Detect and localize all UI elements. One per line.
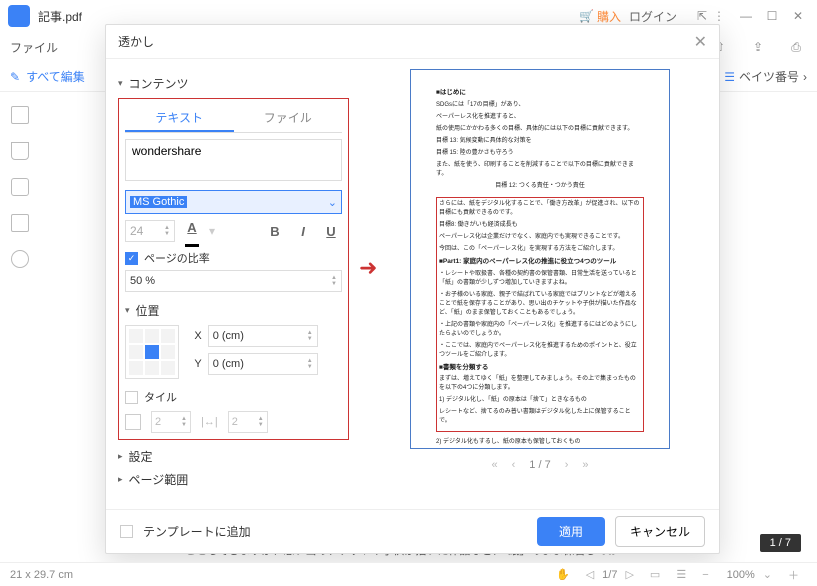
print-icon[interactable]: ⎙ [785, 36, 807, 58]
tile-checkbox[interactable] [125, 391, 138, 404]
buy-link[interactable]: 🛒 購入 [579, 8, 621, 25]
ratio-label: ページの比率 [144, 250, 210, 266]
zoom-in-icon[interactable]: ＋ [788, 567, 799, 583]
italic-button[interactable]: I [292, 220, 314, 242]
content-highlight-box: テキスト ファイル wondershare MS Gothic⌄ 24▲▼ A … [118, 98, 349, 440]
modal-close-icon[interactable]: ✕ [694, 32, 707, 52]
pager-first-icon[interactable]: « [492, 459, 498, 471]
cancel-button[interactable]: キャンセル [615, 516, 705, 547]
page-counter-badge: 1 / 7 [760, 534, 801, 552]
view-continuous-icon[interactable]: ☰ [676, 568, 686, 581]
modal-footer: テンプレートに追加 適用 キャンセル [106, 509, 719, 553]
x-label: X [194, 330, 201, 342]
settings-panel: コンテンツ テキスト ファイル wondershare MS Gothic⌄ 2… [106, 59, 361, 509]
minimize-icon[interactable]: ― [735, 5, 757, 27]
position-section-header[interactable]: 位置 [125, 302, 342, 319]
sidebar [0, 92, 40, 268]
tile-label: タイル [144, 389, 177, 405]
more-icon[interactable]: ⋮ [713, 9, 725, 23]
apply-button[interactable]: 適用 [537, 517, 605, 546]
thumbnails-icon[interactable] [11, 106, 29, 124]
bookmark-icon[interactable] [11, 142, 29, 160]
settings-section-header[interactable]: 設定 [118, 448, 349, 465]
tab-file[interactable]: ファイル [234, 105, 343, 132]
tile-input-2[interactable]: 2▲▼ [228, 411, 268, 433]
login-link[interactable]: ログイン [629, 8, 677, 25]
maximize-icon[interactable]: ☐ [761, 5, 783, 27]
zoom-dropdown-icon[interactable]: ⌄ [763, 568, 772, 581]
pager-next-icon[interactable]: › [565, 459, 569, 471]
position-grid[interactable] [125, 325, 179, 379]
edit-all-button[interactable]: すべて編集 [26, 68, 85, 85]
tab-text[interactable]: テキスト [125, 105, 234, 132]
preview-pager: « ‹ 1 / 7 › » [492, 459, 589, 471]
font-select[interactable]: MS Gothic⌄ [125, 190, 342, 214]
attachment-icon[interactable] [11, 214, 29, 232]
content-section-header[interactable]: コンテンツ [118, 75, 349, 92]
bates-button[interactable]: ☰ ベイツ番号 › [724, 68, 807, 85]
page-preview: ■はじめに SDGsには「17の目標」があり、 ペーパーレス化を推進すると、 紙… [410, 69, 670, 449]
cloud-icon[interactable]: ⇪ [747, 36, 769, 58]
zoom-out-icon[interactable]: − [702, 569, 708, 581]
underline-button[interactable]: U [320, 220, 342, 242]
comment-icon[interactable] [11, 178, 29, 196]
pager-last-icon[interactable]: » [582, 459, 588, 471]
status-page[interactable]: 1/7 [602, 569, 617, 581]
ratio-input[interactable]: 50 %▲▼ [125, 270, 342, 292]
x-input[interactable]: 0 (cm)▲▼ [208, 325, 318, 347]
modal-header: 透かし ✕ [106, 25, 719, 59]
page-size-label: 21 x 29.7 cm [10, 569, 73, 581]
hand-tool-icon[interactable]: ✋ [556, 568, 570, 581]
tile-spacing-v-icon [125, 414, 141, 430]
watermark-modal: 透かし ✕ コンテンツ テキスト ファイル wondershare MS Got… [105, 24, 720, 554]
font-color-button[interactable]: A [181, 220, 203, 242]
watermark-text-input[interactable]: wondershare [125, 139, 342, 181]
tile-input-1[interactable]: 2▲▼ [151, 411, 191, 433]
template-label: テンプレートに追加 [143, 523, 251, 540]
statusbar: 21 x 29.7 cm ✋ ◁ 1/7 ▷ ▭ ☰ − 100% ⌄ ＋ [0, 562, 817, 586]
preview-highlight: さらには、紙をデジタル化することで、「働き方改革」が促進され、以下の目標にも貢献… [436, 197, 644, 433]
y-input[interactable]: 0 (cm)▲▼ [208, 353, 318, 375]
content-tabs: テキスト ファイル [125, 105, 342, 133]
close-icon[interactable]: ✕ [787, 5, 809, 27]
pager-prev-icon[interactable]: ‹ [512, 459, 516, 471]
pager-display: 1 / 7 [529, 459, 550, 471]
app-icon [8, 5, 30, 27]
font-size-input[interactable]: 24▲▼ [125, 220, 175, 242]
zoom-value[interactable]: 100% [727, 569, 755, 581]
range-section-header[interactable]: ページ範囲 [118, 471, 349, 488]
modal-title: 透かし [118, 33, 154, 50]
template-checkbox[interactable] [120, 525, 133, 538]
bold-button[interactable]: B [264, 220, 286, 242]
doc-title: 記事.pdf [38, 8, 82, 25]
search-icon[interactable] [11, 250, 29, 268]
y-label: Y [194, 358, 201, 370]
preview-panel: ■はじめに SDGsには「17の目標」があり、 ペーパーレス化を推進すると、 紙… [361, 59, 719, 509]
status-next-icon[interactable]: ▷ [625, 568, 633, 581]
tile-spacing-h-icon: |↔| [201, 416, 218, 428]
ratio-checkbox[interactable]: ✓ [125, 252, 138, 265]
view-single-icon[interactable]: ▭ [650, 568, 660, 581]
status-prev-icon[interactable]: ◁ [586, 568, 594, 581]
pencil-icon: ✎ [10, 70, 20, 84]
menu-file[interactable]: ファイル [10, 39, 58, 56]
